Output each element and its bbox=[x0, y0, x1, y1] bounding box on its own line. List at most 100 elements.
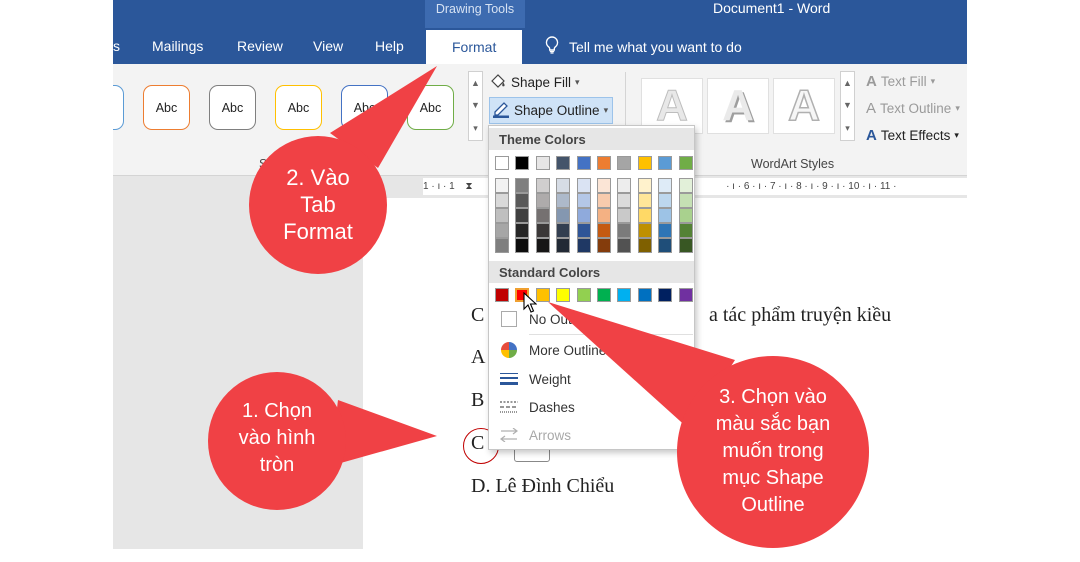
shape-styles-gallery-scroll[interactable]: ▲ ▼ ▾ bbox=[468, 71, 483, 141]
theme-shade-swatch[interactable] bbox=[535, 223, 550, 238]
theme-shade-swatch[interactable] bbox=[576, 208, 591, 223]
theme-color-swatch[interactable] bbox=[556, 156, 571, 170]
theme-color-swatch[interactable] bbox=[658, 156, 673, 170]
shape-style-preset[interactable]: Abc bbox=[407, 85, 454, 130]
theme-shade-swatch[interactable] bbox=[617, 208, 632, 223]
tab-references[interactable]: s bbox=[113, 38, 120, 54]
theme-shade-swatch[interactable] bbox=[597, 193, 611, 208]
theme-shade-swatch[interactable] bbox=[495, 193, 509, 208]
theme-shade-swatch[interactable] bbox=[535, 178, 550, 193]
theme-shade-swatch[interactable] bbox=[576, 223, 591, 238]
theme-shade-swatch[interactable] bbox=[495, 238, 509, 253]
theme-shade-swatch[interactable] bbox=[556, 208, 571, 223]
theme-shade-swatch[interactable] bbox=[515, 223, 530, 238]
theme-shade-swatch[interactable] bbox=[576, 238, 591, 253]
standard-color-swatch[interactable] bbox=[535, 288, 550, 302]
shape-style-preset[interactable]: Abc bbox=[275, 85, 322, 130]
theme-shade-swatch[interactable] bbox=[597, 178, 611, 193]
theme-shade-swatch[interactable] bbox=[617, 238, 632, 253]
standard-color-swatch[interactable] bbox=[637, 288, 652, 302]
theme-shade-swatch[interactable] bbox=[658, 208, 673, 223]
theme-shade-swatch[interactable] bbox=[535, 208, 550, 223]
theme-shade-swatch[interactable] bbox=[637, 178, 652, 193]
theme-color-swatch[interactable] bbox=[515, 156, 530, 170]
theme-shade-swatch[interactable] bbox=[678, 178, 693, 193]
shape-style-preset[interactable]: Abc bbox=[209, 85, 256, 130]
shape-style-preset[interactable]: Abc bbox=[341, 85, 388, 130]
standard-color-swatch[interactable] bbox=[495, 288, 509, 302]
shape-fill-button[interactable]: Shape Fill ▾ bbox=[489, 73, 580, 92]
theme-shade-swatch[interactable] bbox=[678, 208, 693, 223]
theme-shade-swatch[interactable] bbox=[535, 193, 550, 208]
tab-view[interactable]: View bbox=[313, 38, 343, 54]
theme-shade-swatch[interactable] bbox=[617, 193, 632, 208]
text-effects-button[interactable]: A Text Effects ▾ bbox=[866, 127, 959, 144]
theme-shade-swatch[interactable] bbox=[515, 193, 530, 208]
theme-color-swatch[interactable] bbox=[495, 156, 509, 170]
theme-shade-swatch[interactable] bbox=[658, 193, 673, 208]
theme-shade-swatch[interactable] bbox=[556, 193, 571, 208]
theme-shade-swatch[interactable] bbox=[597, 208, 611, 223]
theme-shade-swatch[interactable] bbox=[678, 238, 693, 253]
standard-color-swatch[interactable] bbox=[576, 288, 591, 302]
theme-color-swatch[interactable] bbox=[576, 156, 591, 170]
theme-shade-swatch[interactable] bbox=[617, 223, 632, 238]
theme-shade-swatch[interactable] bbox=[556, 178, 571, 193]
tab-mailings[interactable]: Mailings bbox=[152, 38, 203, 54]
no-outline-item[interactable]: No Outline bbox=[489, 306, 694, 332]
theme-shade-swatch[interactable] bbox=[597, 238, 611, 253]
theme-shade-swatch[interactable] bbox=[556, 223, 571, 238]
tell-me-search[interactable]: Tell me what you want to do bbox=[545, 36, 742, 57]
theme-shade-swatch[interactable] bbox=[515, 208, 530, 223]
text-fill-button[interactable]: A Text Fill ▾ bbox=[866, 73, 935, 90]
wordart-gallery-scroll[interactable]: ▲ ▼ ▾ bbox=[840, 71, 855, 141]
theme-shade-swatch[interactable] bbox=[495, 223, 509, 238]
more-outline-colors-item[interactable]: More Outline Colors... bbox=[489, 337, 694, 363]
weight-item[interactable]: Weight bbox=[489, 366, 694, 392]
theme-shade-swatch[interactable] bbox=[637, 238, 652, 253]
standard-color-swatch[interactable] bbox=[597, 288, 611, 302]
shape-style-preset[interactable]: Abc bbox=[113, 85, 124, 130]
indent-marker-icon[interactable]: ⧗ bbox=[465, 178, 472, 195]
shape-style-preset[interactable]: Abc bbox=[143, 85, 190, 130]
text-outline-button[interactable]: A Text Outline ▾ bbox=[866, 100, 960, 117]
theme-shade-swatch[interactable] bbox=[637, 223, 652, 238]
theme-color-swatch[interactable] bbox=[637, 156, 652, 170]
theme-shade-swatch[interactable] bbox=[495, 178, 509, 193]
theme-shade-swatch[interactable] bbox=[535, 238, 550, 253]
theme-color-swatch[interactable] bbox=[597, 156, 611, 170]
callout-line: Outline bbox=[741, 494, 805, 516]
theme-shade-swatch[interactable] bbox=[637, 208, 652, 223]
theme-shade-swatch[interactable] bbox=[495, 208, 509, 223]
shape-outline-button[interactable]: Shape Outline ▾ bbox=[489, 97, 614, 124]
theme-shade-swatch[interactable] bbox=[515, 178, 530, 193]
theme-shade-swatch[interactable] bbox=[597, 223, 611, 238]
theme-shade-swatch[interactable] bbox=[576, 178, 591, 193]
theme-shade-swatch[interactable] bbox=[658, 178, 673, 193]
standard-color-swatch[interactable] bbox=[658, 288, 673, 302]
theme-shade-swatch[interactable] bbox=[678, 193, 693, 208]
theme-shade-swatch[interactable] bbox=[617, 178, 632, 193]
theme-color-swatch[interactable] bbox=[535, 156, 550, 170]
theme-color-swatch[interactable] bbox=[678, 156, 693, 170]
theme-shade-swatch[interactable] bbox=[515, 238, 530, 253]
lightbulb-icon bbox=[545, 36, 559, 57]
theme-shade-swatch[interactable] bbox=[658, 238, 673, 253]
theme-shade-swatch[interactable] bbox=[678, 223, 693, 238]
theme-shade-swatch[interactable] bbox=[637, 193, 652, 208]
theme-shade-swatch[interactable] bbox=[556, 238, 571, 253]
dashes-item[interactable]: Dashes bbox=[489, 394, 694, 420]
wordart-style-outline[interactable]: A bbox=[773, 78, 835, 134]
standard-color-swatch[interactable] bbox=[556, 288, 571, 302]
theme-shade-swatch[interactable] bbox=[576, 193, 591, 208]
text-outline-icon: A bbox=[866, 100, 877, 117]
standard-color-swatch[interactable] bbox=[617, 288, 632, 302]
tab-format[interactable]: Format bbox=[426, 30, 523, 64]
theme-shade-swatch[interactable] bbox=[658, 223, 673, 238]
wordart-style-shadow[interactable]: A bbox=[707, 78, 769, 134]
tab-help[interactable]: Help bbox=[375, 38, 404, 54]
tab-review[interactable]: Review bbox=[237, 38, 283, 54]
arrows-item[interactable]: Arrows bbox=[489, 422, 694, 448]
theme-color-swatch[interactable] bbox=[617, 156, 632, 170]
standard-color-swatch[interactable] bbox=[678, 288, 693, 302]
